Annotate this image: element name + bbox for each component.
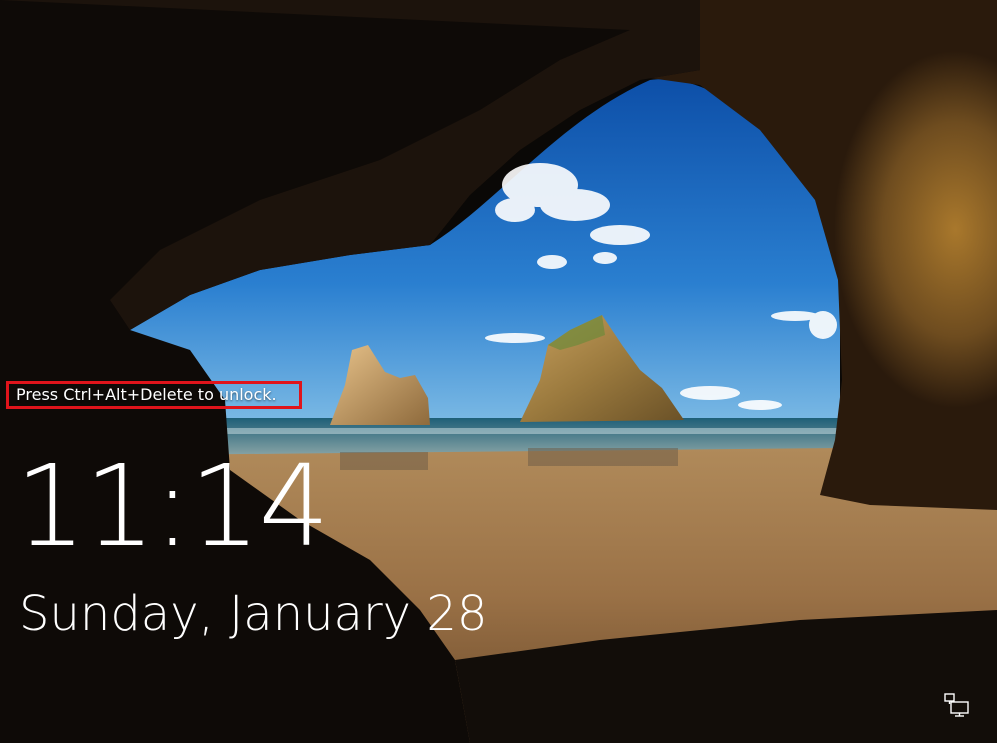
network-icon[interactable] bbox=[944, 693, 970, 717]
lock-screen[interactable]: Press Ctrl+Alt+Delete to unlock. 11:14 S… bbox=[0, 0, 997, 743]
clock-time: 11:14 bbox=[15, 442, 330, 572]
unlock-hint: Press Ctrl+Alt+Delete to unlock. bbox=[6, 381, 302, 409]
clock-date: Sunday, January 28 bbox=[19, 586, 488, 642]
